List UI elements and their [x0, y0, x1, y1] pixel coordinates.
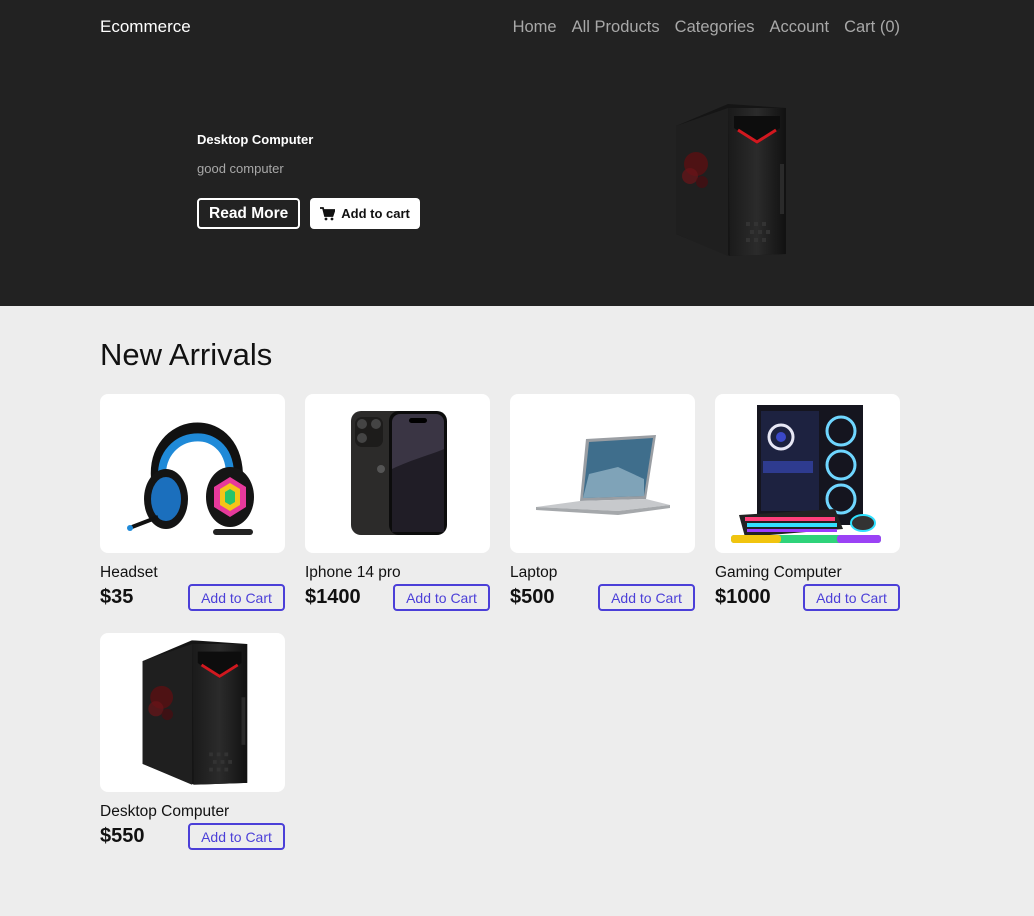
desktop-tower-image	[135, 640, 251, 785]
nav-all-products[interactable]: All Products	[572, 18, 660, 37]
product-name[interactable]: Laptop	[510, 564, 695, 582]
product-name[interactable]: Iphone 14 pro	[305, 564, 490, 582]
product-price: $1400	[305, 586, 361, 608]
hero-buttons: Read More Add to cart	[197, 198, 420, 229]
product-price: $500	[510, 586, 555, 608]
product-card: Desktop Computer $550 Add to Cart	[100, 633, 285, 850]
product-row: $1000 Add to Cart	[715, 584, 900, 611]
product-row: $550 Add to Cart	[100, 823, 285, 850]
nav-home[interactable]: Home	[513, 18, 557, 37]
add-to-cart-button[interactable]: Add to Cart	[188, 823, 285, 850]
add-to-cart-button[interactable]: Add to Cart	[598, 584, 695, 611]
hero-title: Desktop Computer	[197, 132, 314, 147]
product-card: Gaming Computer $1000 Add to Cart	[715, 394, 900, 611]
product-name[interactable]: Gaming Computer	[715, 564, 900, 582]
add-to-cart-button[interactable]: Add to Cart	[393, 584, 490, 611]
product-price: $35	[100, 586, 134, 608]
hero-banner: Ecommerce Home All Products Categories A…	[0, 0, 1034, 306]
product-price: $1000	[715, 586, 771, 608]
cart-icon	[320, 206, 336, 220]
laptop-image	[535, 434, 670, 515]
brand-logo[interactable]: Ecommerce	[100, 17, 191, 37]
product-image-desktop-tower[interactable]	[100, 633, 285, 792]
add-to-cart-button[interactable]: Add to Cart	[188, 584, 285, 611]
read-more-button[interactable]: Read More	[197, 198, 301, 229]
product-row: $35 Add to Cart	[100, 584, 285, 611]
gaming-pc-image	[731, 404, 881, 543]
product-card: Headset $35 Add to Cart	[100, 394, 285, 611]
hero-add-to-cart-label: Add to cart	[341, 206, 410, 221]
nav-links: Home All Products Categories Account Car…	[513, 18, 900, 37]
product-image-gaming-pc[interactable]	[715, 394, 900, 553]
desktop-tower-image	[668, 104, 790, 256]
product-image-phone[interactable]	[305, 394, 490, 553]
phone-image	[350, 410, 447, 535]
product-card: Iphone 14 pro $1400 Add to Cart	[305, 394, 490, 611]
new-arrivals-title: New Arrivals	[100, 337, 273, 372]
nav-account[interactable]: Account	[769, 18, 829, 37]
product-image-headset[interactable]	[100, 394, 285, 553]
top-nav: Ecommerce Home All Products Categories A…	[100, 15, 900, 39]
product-name[interactable]: Headset	[100, 564, 285, 582]
product-image-laptop[interactable]	[510, 394, 695, 553]
product-price: $550	[100, 825, 145, 847]
product-grid: Headset $35 Add to Cart Iphone 14 pro $1…	[100, 394, 900, 850]
headset-image	[126, 421, 254, 535]
add-to-cart-button[interactable]: Add to Cart	[803, 584, 900, 611]
hero-content: Desktop Computer good computer Read More…	[197, 132, 420, 229]
hero-add-to-cart-button[interactable]: Add to cart	[310, 198, 420, 229]
product-row: $1400 Add to Cart	[305, 584, 490, 611]
product-name[interactable]: Desktop Computer	[100, 803, 285, 821]
product-card: Laptop $500 Add to Cart	[510, 394, 695, 611]
nav-cart[interactable]: Cart (0)	[844, 18, 900, 37]
product-row: $500 Add to Cart	[510, 584, 695, 611]
nav-categories[interactable]: Categories	[675, 18, 755, 37]
hero-description: good computer	[197, 161, 284, 176]
